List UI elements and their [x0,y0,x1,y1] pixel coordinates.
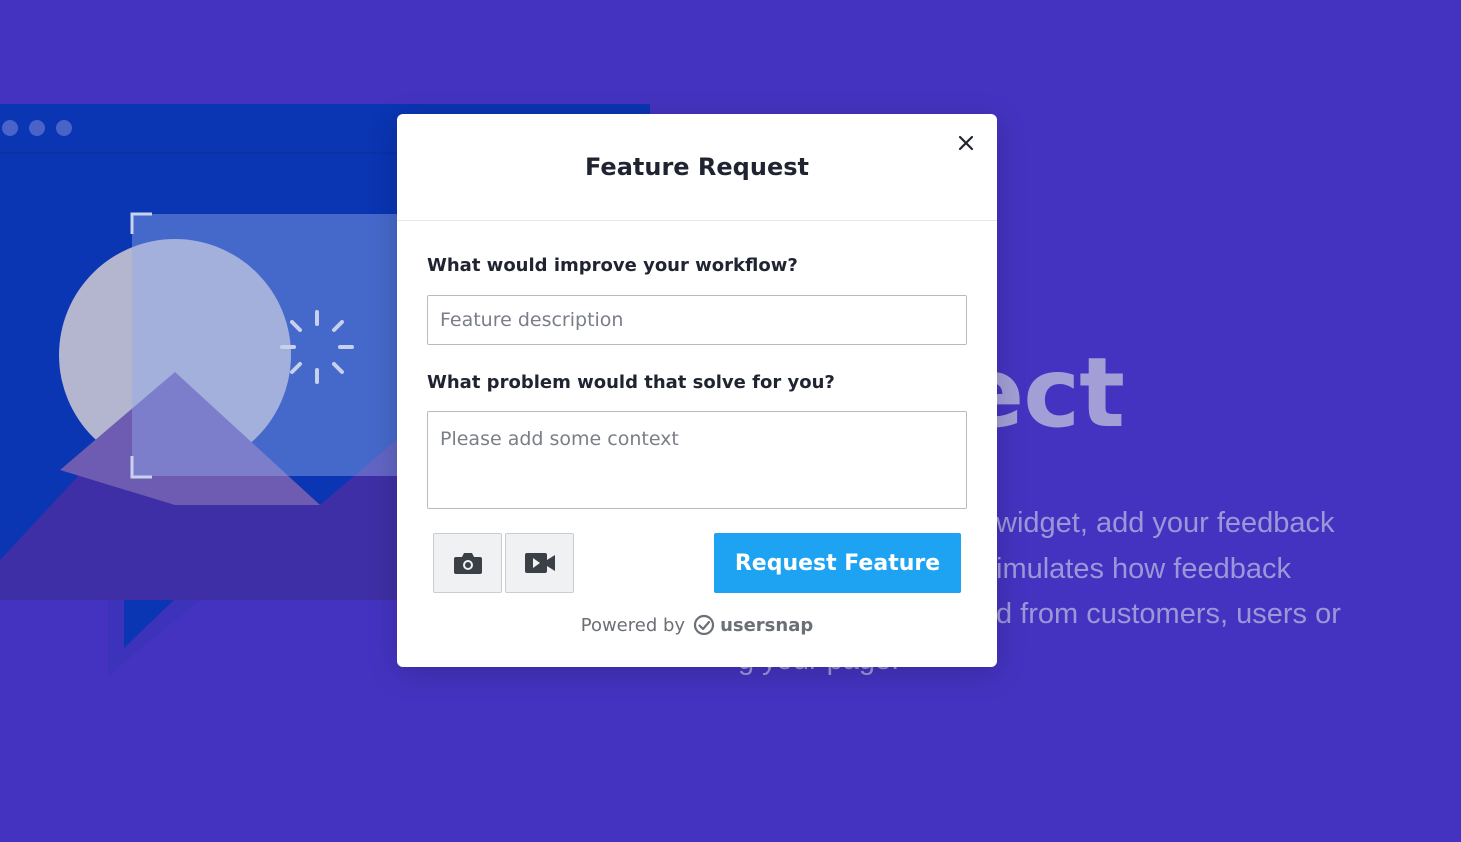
powered-by-label: Powered by [580,614,686,636]
hero-paragraph-line: d from customers, users or [996,598,1341,630]
close-icon [958,135,974,151]
screenshot-button[interactable] [433,533,502,593]
window-dot-icon [56,120,72,136]
video-camera-icon [524,553,555,573]
feature-description-input[interactable] [427,295,967,345]
window-dot-icon [2,120,18,136]
context-textarea[interactable] [427,411,967,509]
page: back s Perfect widget, add your feedback… [0,0,1461,842]
modal-header: Feature Request [397,114,997,221]
request-feature-button[interactable]: Request Feature [714,533,961,593]
hero-paragraph-line: imulates how feedback [996,553,1291,585]
close-button[interactable] [955,132,977,154]
window-dot-icon [29,120,45,136]
modal-title: Feature Request [585,153,809,181]
usersnap-brand-text: usersnap [720,614,814,636]
question-problem-label: What problem would that solve for you? [427,372,835,393]
usersnap-brand-link[interactable]: usersnap [693,614,813,636]
camera-icon [453,553,482,574]
usersnap-logo-icon [693,614,715,636]
video-record-button[interactable] [505,533,574,593]
powered-by-footer: Powered by usersnap [397,614,997,636]
feature-request-modal: Feature Request What would improve your … [397,114,997,667]
question-workflow-label: What would improve your workflow? [427,255,798,276]
hero-paragraph-line: widget, add your feedback [996,507,1335,539]
